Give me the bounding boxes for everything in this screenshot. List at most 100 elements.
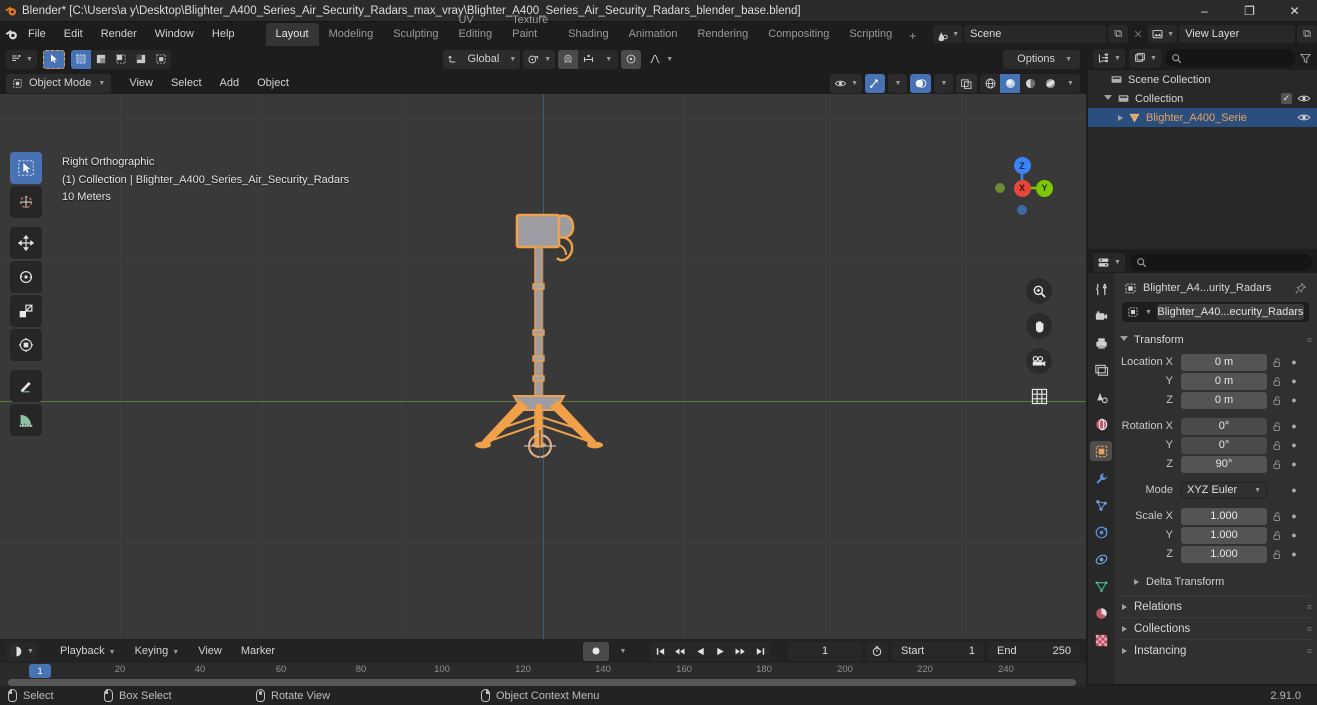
filter-icon[interactable] [1299, 52, 1312, 65]
tab-compositing[interactable]: Compositing [758, 23, 839, 46]
rotation-z-field[interactable]: 90° [1181, 455, 1267, 473]
viewport-menu-object[interactable]: Object [249, 75, 297, 91]
select-set-icon[interactable] [70, 49, 91, 69]
gizmo-axis-x[interactable]: X [1013, 179, 1031, 197]
material-tab-icon[interactable] [1090, 603, 1112, 623]
tool-tab-icon[interactable] [1090, 279, 1112, 299]
object-name-field[interactable]: ▼ Blighter_A40...ecurity_Radars [1122, 302, 1309, 322]
location-x-field[interactable]: 0 m [1181, 353, 1267, 371]
view-layer-tab-icon[interactable] [1090, 360, 1112, 380]
start-frame-field[interactable]: Start 1 [892, 641, 984, 661]
viewport-canvas[interactable]: Right Orthographic (1) Collection | Blig… [0, 94, 1086, 639]
texture-tab-icon[interactable] [1090, 630, 1112, 650]
timeline-menu-view[interactable]: View [190, 643, 230, 659]
navigation-gizmo[interactable]: Z X Y [986, 152, 1058, 224]
select-subtract-icon[interactable] [111, 50, 131, 69]
scale-tool[interactable] [10, 295, 42, 327]
transform-tool[interactable] [10, 329, 42, 361]
overlays-dropdown-chevron[interactable]: ▼ [934, 73, 953, 93]
new-view-layer-icon[interactable]: ⧉ [1297, 25, 1317, 43]
animate-property-dot[interactable]: ● [1288, 440, 1300, 450]
use-preview-range-icon[interactable] [866, 641, 888, 661]
shading-dropdown-chevron[interactable]: ▼ [1060, 74, 1080, 93]
tab-sculpting[interactable]: Sculpting [383, 23, 448, 46]
snap-target-icon[interactable] [578, 50, 598, 69]
pin-icon[interactable] [1294, 282, 1307, 295]
properties-editor-type-icon[interactable]: ▼ [1093, 252, 1125, 272]
animate-property-dot[interactable]: ● [1288, 395, 1300, 405]
physics-tab-icon[interactable] [1090, 522, 1112, 542]
lock-icon[interactable] [1271, 421, 1284, 432]
modifier-tab-icon[interactable] [1090, 468, 1112, 488]
gizmo-axis-z[interactable]: Z [1013, 157, 1031, 174]
instancing-panel-header[interactable]: Instancing ≡ [1120, 639, 1312, 661]
gizmo-axis-y[interactable]: Y [1036, 179, 1053, 197]
jump-start-icon[interactable] [650, 642, 670, 661]
object-tab-icon[interactable] [1090, 441, 1112, 461]
chevron-down-icon[interactable] [1104, 94, 1112, 103]
constraints-tab-icon[interactable] [1090, 549, 1112, 569]
animate-property-dot[interactable]: ● [1288, 530, 1300, 540]
scene-tab-icon[interactable] [1090, 387, 1112, 407]
jump-end-icon[interactable] [750, 642, 770, 661]
visibility-eye-icon[interactable]: ▼ [830, 73, 862, 93]
scale-z-field[interactable]: 1.000 [1181, 545, 1267, 563]
shading-rendered-icon[interactable] [1040, 74, 1060, 93]
lock-icon[interactable] [1271, 376, 1284, 387]
outliner-row-object[interactable]: Blighter_A400_Serie [1088, 108, 1317, 127]
falloff-curve-icon[interactable]: ▼ [644, 50, 677, 69]
outliner-filter-display-icon[interactable]: ▼ [1128, 48, 1161, 68]
timeline-scrubber[interactable]: 20 40 60 80 100 120 140 160 180 200 220 … [0, 663, 1086, 686]
scene-browse-icon[interactable]: ▼ [933, 25, 963, 43]
new-scene-icon[interactable]: ⧉ [1108, 25, 1129, 43]
xray-toggle-icon[interactable] [956, 73, 977, 93]
rotation-x-field[interactable]: 0° [1181, 417, 1267, 435]
outliner-row-scene-collection[interactable]: Scene Collection [1088, 70, 1317, 89]
delta-transform-panel-header[interactable]: Delta Transform [1120, 572, 1311, 591]
rotate-tool[interactable] [10, 261, 42, 293]
keying-dropdown-chevron[interactable]: ▼ [613, 642, 632, 661]
lock-icon[interactable] [1271, 549, 1284, 560]
animate-property-dot[interactable]: ● [1288, 421, 1300, 431]
animate-property-dot[interactable]: ● [1288, 357, 1300, 367]
tab-texture-paint[interactable]: Texture Paint [502, 9, 558, 46]
pivot-point-dropdown[interactable]: ▼ [523, 49, 556, 69]
end-frame-field[interactable]: End 250 [988, 641, 1080, 661]
menu-edit[interactable]: Edit [55, 25, 92, 43]
tweak-select-tool[interactable] [10, 152, 42, 184]
animate-property-dot[interactable]: ● [1288, 459, 1300, 469]
relations-panel-header[interactable]: Relations ≡ [1120, 595, 1312, 617]
transform-panel-header[interactable]: Transform ≡ [1120, 330, 1312, 349]
animate-property-dot[interactable]: ● [1288, 376, 1300, 386]
view-layer-browse-icon[interactable]: ▼ [1148, 25, 1178, 43]
outliner-search-input[interactable] [1164, 49, 1295, 67]
annotate-tool[interactable] [10, 370, 42, 402]
location-z-field[interactable]: 0 m [1181, 391, 1267, 409]
outliner-row-collection[interactable]: Collection ✓ [1088, 89, 1317, 108]
viewport-menu-view[interactable]: View [121, 75, 161, 91]
lock-icon[interactable] [1271, 440, 1284, 451]
viewport-menu-add[interactable]: Add [212, 75, 248, 91]
shading-material-preview-icon[interactable] [1020, 74, 1040, 93]
tweak-select-mode-icon[interactable] [42, 49, 65, 69]
tab-animation[interactable]: Animation [619, 23, 688, 46]
move-tool[interactable] [10, 227, 42, 259]
tab-layout[interactable]: Layout [265, 23, 319, 46]
timeline-horizontal-scrollbar[interactable] [8, 679, 1076, 686]
gizmo-toggle-icon[interactable] [865, 73, 885, 93]
select-invert-icon[interactable] [131, 50, 151, 69]
options-dropdown[interactable]: Options ▼ [1003, 49, 1080, 69]
play-icon[interactable] [710, 642, 730, 661]
animate-property-dot[interactable]: ● [1288, 511, 1300, 521]
play-reverse-icon[interactable] [690, 642, 710, 661]
timeline-menu-playback[interactable]: Playback ▼ [52, 643, 124, 659]
lock-icon[interactable] [1271, 357, 1284, 368]
location-y-field[interactable]: 0 m [1181, 372, 1267, 390]
radar-model-object[interactable] [470, 204, 630, 474]
add-workspace-button[interactable]: + [902, 26, 923, 46]
shading-solid-icon[interactable] [1000, 73, 1020, 93]
zoom-icon[interactable] [1026, 278, 1052, 304]
scale-y-field[interactable]: 1.000 [1181, 526, 1267, 544]
rotation-y-field[interactable]: 0° [1181, 436, 1267, 454]
tab-rendering[interactable]: Rendering [687, 23, 758, 46]
